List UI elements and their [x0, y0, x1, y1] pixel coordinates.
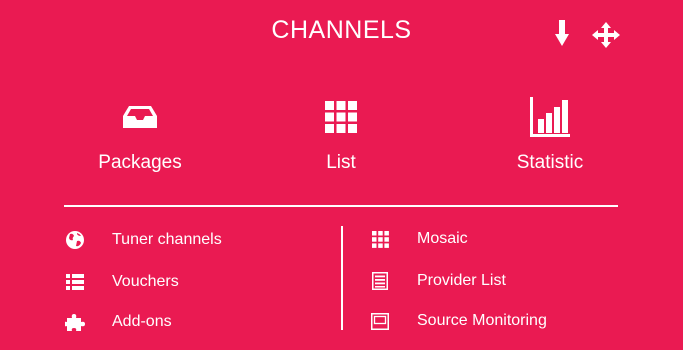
statistic-label: Statistic: [516, 152, 584, 173]
grid-icon: [261, 96, 421, 138]
add-ons-label: Add-ons: [112, 313, 172, 330]
tuner-channels-item[interactable]: Tuner channels: [64, 229, 222, 251]
provider-list-item[interactable]: Provider List: [369, 270, 506, 292]
source-monitoring-item[interactable]: Source Monitoring: [369, 310, 547, 332]
puzzle-icon: [64, 311, 86, 333]
monitor-icon: [369, 310, 391, 332]
document-list-icon: [369, 270, 391, 292]
vouchers-label: Vouchers: [112, 273, 179, 290]
list-option[interactable]: List: [261, 96, 421, 174]
vouchers-item[interactable]: Vouchers: [64, 271, 179, 293]
globe-icon: [64, 229, 86, 251]
list-label: List: [326, 152, 356, 173]
mosaic-label: Mosaic: [417, 230, 468, 247]
horizontal-divider: [64, 205, 618, 207]
bar-chart-icon: [470, 96, 630, 138]
statistic-option[interactable]: Statistic: [470, 96, 630, 174]
mosaic-item[interactable]: Mosaic: [369, 228, 468, 250]
page-title: CHANNELS: [271, 16, 412, 44]
tray-icon: [60, 96, 220, 138]
packages-option[interactable]: Packages: [60, 96, 220, 174]
grid-icon: [369, 228, 391, 250]
move-arrows-icon[interactable]: [592, 22, 620, 48]
arrow-down-icon[interactable]: [555, 20, 569, 46]
provider-list-label: Provider List: [417, 272, 506, 289]
tuner-channels-label: Tuner channels: [112, 231, 222, 248]
vertical-divider: [341, 226, 343, 330]
packages-label: Packages: [98, 152, 182, 173]
source-monitoring-label: Source Monitoring: [417, 312, 547, 329]
list-icon: [64, 271, 86, 293]
add-ons-item[interactable]: Add-ons: [64, 311, 172, 333]
